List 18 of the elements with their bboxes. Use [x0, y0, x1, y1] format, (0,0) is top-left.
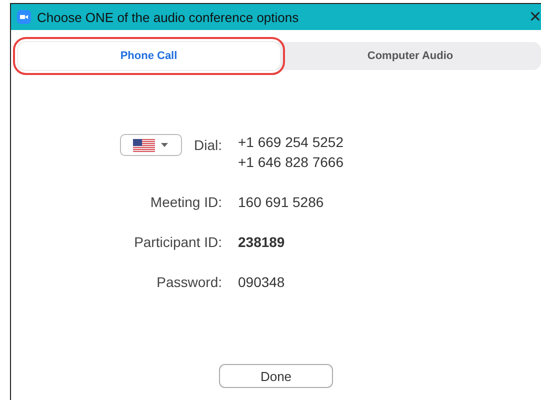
close-button[interactable]: × — [525, 7, 541, 27]
field-value: 238189 — [238, 234, 286, 250]
field-value: 160 691 5286 — [238, 194, 325, 210]
phone-number: +1 669 254 5252 — [238, 134, 344, 150]
done-button[interactable]: Done — [219, 364, 333, 388]
field-label: Participant ID: — [134, 234, 222, 250]
window-title: Choose ONE of the audio conference options — [37, 10, 300, 24]
tab[interactable]: Phone Call — [18, 42, 280, 70]
tab[interactable]: Computer Audio — [280, 42, 541, 70]
field-label: Password: — [156, 274, 222, 290]
flag-icon — [133, 138, 156, 152]
phone-number: +1 646 828 7666 — [238, 154, 344, 170]
field-value: 090348 — [238, 274, 286, 290]
video-camera-icon — [17, 10, 31, 24]
field-label: Meeting ID: — [150, 194, 222, 210]
country-dropdown[interactable] — [120, 134, 182, 156]
caret-icon — [161, 143, 168, 147]
dial-label: Dial: — [194, 137, 222, 153]
